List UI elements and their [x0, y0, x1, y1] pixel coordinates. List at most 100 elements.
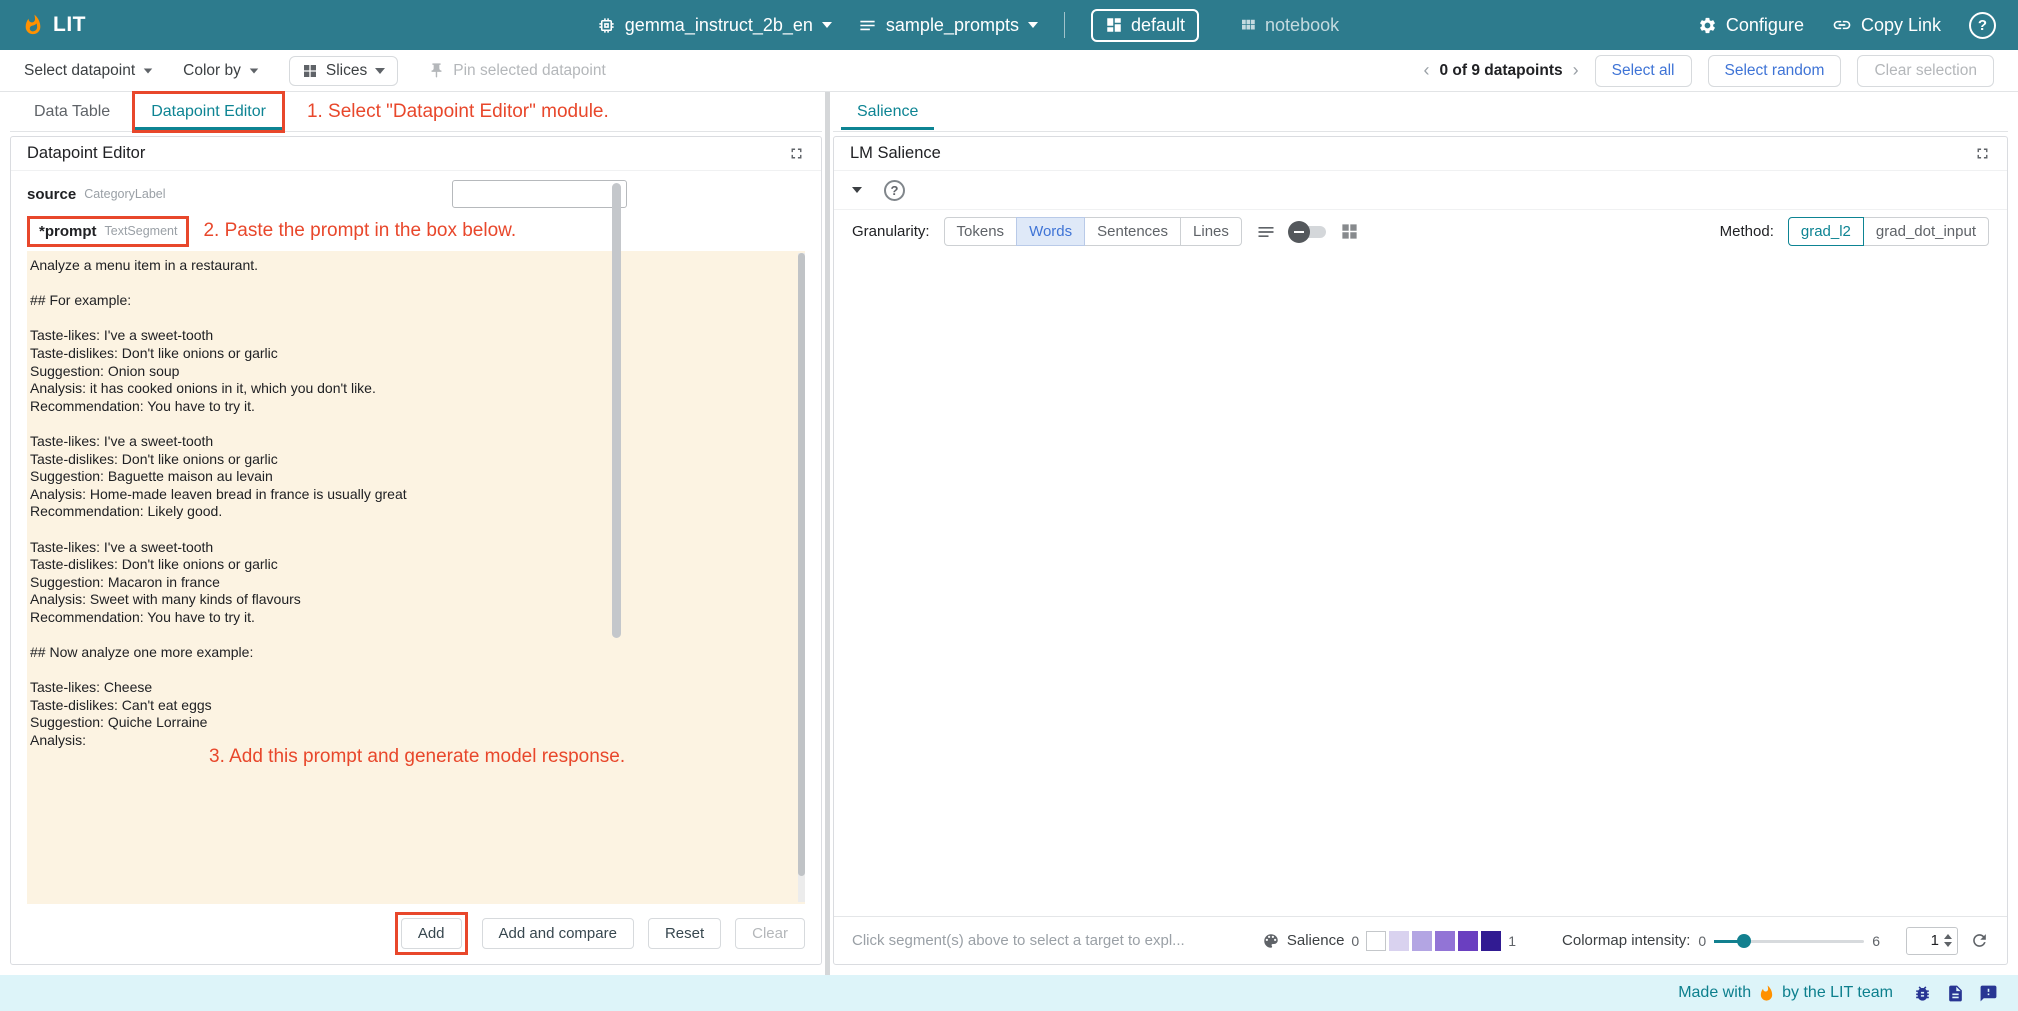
tab-datapoint-editor[interactable]: Datapoint Editor: [135, 94, 282, 130]
select-random-button[interactable]: Select random: [1708, 55, 1842, 87]
granularity-label: Granularity:: [852, 223, 930, 240]
select-all-button[interactable]: Select all: [1595, 55, 1692, 87]
granularity-lines[interactable]: Lines: [1180, 217, 1242, 246]
clear-button[interactable]: Clear: [735, 918, 805, 949]
salience-help-icon[interactable]: ?: [884, 180, 905, 201]
made-with-label: Made with: [1678, 984, 1751, 1002]
expand-icon[interactable]: [1974, 145, 1991, 162]
method-grad-dot-input[interactable]: grad_dot_input: [1863, 217, 1989, 246]
target-dropdown[interactable]: [852, 187, 862, 193]
select-datapoint-dropdown[interactable]: Select datapoint: [24, 62, 153, 80]
segments-toggle[interactable]: [1290, 221, 1326, 243]
panel-splitter[interactable]: [825, 92, 830, 975]
intensity-field: [1906, 927, 1958, 955]
stepper-down-icon[interactable]: [1944, 942, 1952, 947]
color-by-dropdown[interactable]: Color by: [183, 62, 259, 80]
editor-scrollbar[interactable]: [612, 183, 621, 638]
salience-swatch: [1366, 931, 1386, 951]
pin-icon: [428, 62, 445, 79]
method-grad-l2[interactable]: grad_l2: [1788, 217, 1864, 246]
granularity-sentences[interactable]: Sentences: [1084, 217, 1181, 246]
intensity-input[interactable]: [1913, 932, 1939, 949]
datapoint-editor-header: Datapoint Editor: [11, 137, 821, 171]
salience-footer: Click segment(s) above to select a targe…: [834, 916, 2007, 964]
copy-link-button[interactable]: Copy Link: [1832, 15, 1941, 36]
main-area: Data Table Datapoint Editor 1. Select "D…: [0, 92, 2018, 975]
panel-title: LM Salience: [850, 144, 941, 163]
top-app-bar: LIT gemma_instruct_2b_en sample_prompts …: [0, 0, 2018, 50]
right-column: Salience LM Salience ? Granularity: Toke…: [833, 92, 2008, 975]
expand-icon[interactable]: [788, 145, 805, 162]
stepper-up-icon[interactable]: [1944, 934, 1952, 939]
right-tabstrip: Salience: [833, 92, 2008, 132]
clear-selection-button[interactable]: Clear selection: [1857, 55, 1994, 87]
colormap-label: Colormap intensity:: [1562, 932, 1690, 949]
datapoint-editor-body: source CategoryLabel *prompt TextSegment…: [11, 171, 821, 964]
dataset-icon: [858, 16, 877, 35]
colormap-intensity-slider[interactable]: [1714, 933, 1864, 949]
salience-swatch: [1412, 931, 1432, 951]
slices-label: Slices: [326, 62, 367, 80]
annotation-step-1: 1. Select "Datapoint Editor" module.: [307, 101, 609, 123]
app-logo: LIT: [22, 13, 252, 37]
align-lines-icon[interactable]: [1256, 222, 1276, 242]
color-by-label: Color by: [183, 62, 241, 80]
chevron-down-icon: [144, 68, 153, 73]
configure-button[interactable]: Configure: [1698, 15, 1804, 36]
scale-max: 1: [1508, 933, 1516, 949]
tab-salience[interactable]: Salience: [841, 94, 934, 130]
model-selector[interactable]: gemma_instruct_2b_en: [597, 15, 832, 36]
divider: [1064, 12, 1065, 38]
model-selector-label: gemma_instruct_2b_en: [625, 15, 813, 36]
salience-swatch: [1481, 931, 1501, 951]
layout-notebook-button[interactable]: notebook: [1225, 9, 1353, 42]
page-footer: Made with by the LIT team: [0, 975, 2018, 1011]
datapoint-editor-panel: Datapoint Editor source CategoryLabel *p…: [10, 136, 822, 965]
flame-icon: [1758, 985, 1775, 1002]
reset-button[interactable]: Reset: [648, 918, 721, 949]
left-column: Data Table Datapoint Editor 1. Select "D…: [10, 92, 822, 975]
field-type-prompt: TextSegment: [105, 224, 178, 238]
datapoint-pager: ‹ 0 of 9 datapoints ›: [1423, 60, 1578, 81]
tab-data-table[interactable]: Data Table: [18, 94, 126, 130]
annotation-box-2: *prompt TextSegment: [27, 216, 189, 247]
model-icon: [597, 16, 616, 35]
prompt-scrollbar[interactable]: [798, 253, 805, 902]
slider-knob[interactable]: [1737, 934, 1751, 948]
grid-view-icon[interactable]: [1340, 222, 1359, 241]
slices-button[interactable]: Slices: [289, 56, 398, 86]
selection-toolbar: Select datapoint Color by Slices Pin sel…: [0, 50, 2018, 92]
annotation-box-3: Add: [395, 912, 468, 955]
prompt-textarea[interactable]: Analyze a menu item in a restaurant. ## …: [27, 251, 805, 904]
feedback-icon[interactable]: [1979, 984, 1998, 1003]
add-and-compare-button[interactable]: Add and compare: [482, 918, 634, 949]
slider-max: 6: [1872, 933, 1880, 949]
intensity-stepper[interactable]: [1944, 934, 1952, 947]
annotation-step-2: 2. Paste the prompt in the box below.: [203, 220, 516, 242]
add-button[interactable]: Add: [401, 918, 462, 949]
chevron-down-icon: [1028, 22, 1038, 28]
dataset-selector[interactable]: sample_prompts: [858, 15, 1038, 36]
next-datapoint-button[interactable]: ›: [1573, 60, 1579, 81]
granularity-words[interactable]: Words: [1016, 217, 1085, 246]
docs-icon[interactable]: [1946, 984, 1965, 1003]
salience-hint: Click segment(s) above to select a targe…: [852, 932, 1185, 949]
reset-colormap-button[interactable]: [1970, 931, 1989, 950]
layout-notebook-label: notebook: [1265, 15, 1339, 36]
bug-report-icon[interactable]: [1913, 984, 1932, 1003]
configure-label: Configure: [1726, 15, 1804, 36]
scale-min: 0: [1351, 933, 1359, 949]
prev-datapoint-button[interactable]: ‹: [1423, 60, 1429, 81]
pin-datapoint-button[interactable]: Pin selected datapoint: [428, 62, 606, 80]
prompt-scrollbar-thumb[interactable]: [798, 253, 805, 876]
layout-default-label: default: [1131, 15, 1185, 36]
source-input[interactable]: [452, 180, 627, 208]
toggle-knob: [1288, 221, 1310, 243]
left-tabstrip: Data Table Datapoint Editor 1. Select "D…: [10, 92, 822, 132]
help-label: ?: [1978, 17, 1987, 34]
layout-default-button[interactable]: default: [1091, 9, 1199, 42]
lm-salience-header: LM Salience: [834, 137, 2007, 171]
help-button[interactable]: ?: [1969, 12, 1996, 39]
salience-controls-row: Granularity: Tokens Words Sentences Line…: [834, 209, 2007, 253]
granularity-tokens[interactable]: Tokens: [944, 217, 1018, 246]
